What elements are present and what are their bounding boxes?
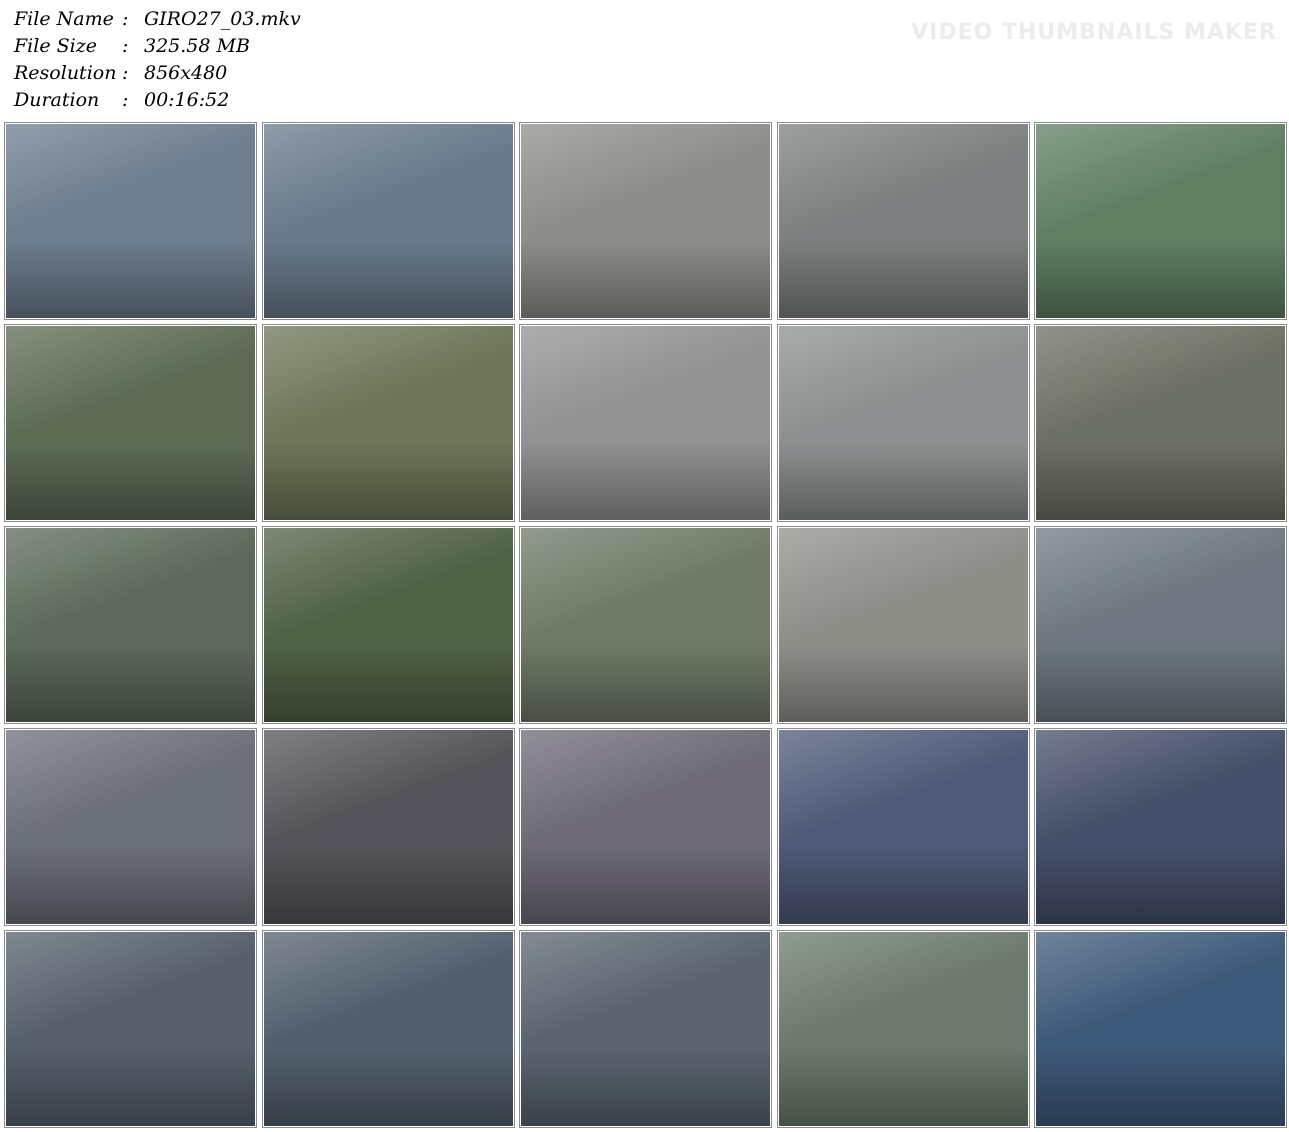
thumbnail xyxy=(1034,324,1287,522)
thumbnail xyxy=(1034,930,1287,1128)
info-colon: : xyxy=(122,89,129,111)
info-label: File Size xyxy=(14,35,97,57)
thumbnail xyxy=(262,324,515,522)
thumbnail-image xyxy=(6,326,255,520)
info-colon: : xyxy=(122,62,129,84)
thumbnail xyxy=(4,728,257,926)
info-label: Resolution xyxy=(14,62,117,84)
thumbnail xyxy=(4,526,257,724)
thumbnail-image xyxy=(1036,730,1285,924)
thumbnail xyxy=(262,122,515,320)
thumbnail-image xyxy=(779,528,1028,722)
thumbnail-image xyxy=(521,326,770,520)
info-colon: : xyxy=(122,8,129,30)
thumbnail xyxy=(519,324,772,522)
info-label: Duration xyxy=(14,89,100,111)
info-label: File Name xyxy=(14,8,114,30)
thumbnail-image xyxy=(521,124,770,318)
thumbnail-image xyxy=(1036,326,1285,520)
thumbnail xyxy=(777,728,1030,926)
thumbnail-image xyxy=(521,932,770,1126)
thumbnail-image xyxy=(1036,932,1285,1126)
thumbnail-image xyxy=(6,730,255,924)
thumbnail xyxy=(777,526,1030,724)
thumbnail xyxy=(1034,728,1287,926)
thumbnail xyxy=(4,122,257,320)
info-colon: : xyxy=(122,35,129,57)
thumbnail xyxy=(262,728,515,926)
thumbnail-image xyxy=(264,326,513,520)
thumbnail-image xyxy=(779,730,1028,924)
thumbnail-image xyxy=(521,528,770,722)
thumbnail-image xyxy=(264,124,513,318)
thumbnail-image xyxy=(1036,124,1285,318)
thumbnail-image xyxy=(264,528,513,722)
thumbnail-image xyxy=(521,730,770,924)
thumbnail xyxy=(519,930,772,1128)
thumbnail xyxy=(262,930,515,1128)
thumbnail xyxy=(777,122,1030,320)
file-info-header: File Name : GIRO27_03.mkv File Size : 32… xyxy=(0,0,1289,120)
info-value: 856x480 xyxy=(144,62,228,84)
thumbnail xyxy=(1034,526,1287,724)
thumbnail xyxy=(519,728,772,926)
thumbnail-image xyxy=(779,326,1028,520)
thumbnail xyxy=(262,526,515,724)
thumbnail-image xyxy=(6,124,255,318)
thumbnail-image xyxy=(264,932,513,1126)
thumbnail-grid xyxy=(0,120,1289,1132)
thumbnail-image xyxy=(264,730,513,924)
thumbnail xyxy=(777,324,1030,522)
thumbnail-image xyxy=(779,932,1028,1126)
thumbnail xyxy=(519,526,772,724)
thumbnail xyxy=(4,930,257,1128)
thumbnail xyxy=(519,122,772,320)
thumbnail-image xyxy=(779,124,1028,318)
info-value: 325.58 MB xyxy=(144,35,250,57)
info-value: GIRO27_03.mkv xyxy=(144,8,301,30)
thumbnail-image xyxy=(6,932,255,1126)
thumbnail xyxy=(4,324,257,522)
info-value: 00:16:52 xyxy=(144,89,230,111)
watermark-text: VIDEO THUMBNAILS MAKER xyxy=(911,20,1277,45)
thumbnail-image xyxy=(6,528,255,722)
thumbnail xyxy=(1034,122,1287,320)
thumbnail xyxy=(777,930,1030,1128)
thumbnail-image xyxy=(1036,528,1285,722)
